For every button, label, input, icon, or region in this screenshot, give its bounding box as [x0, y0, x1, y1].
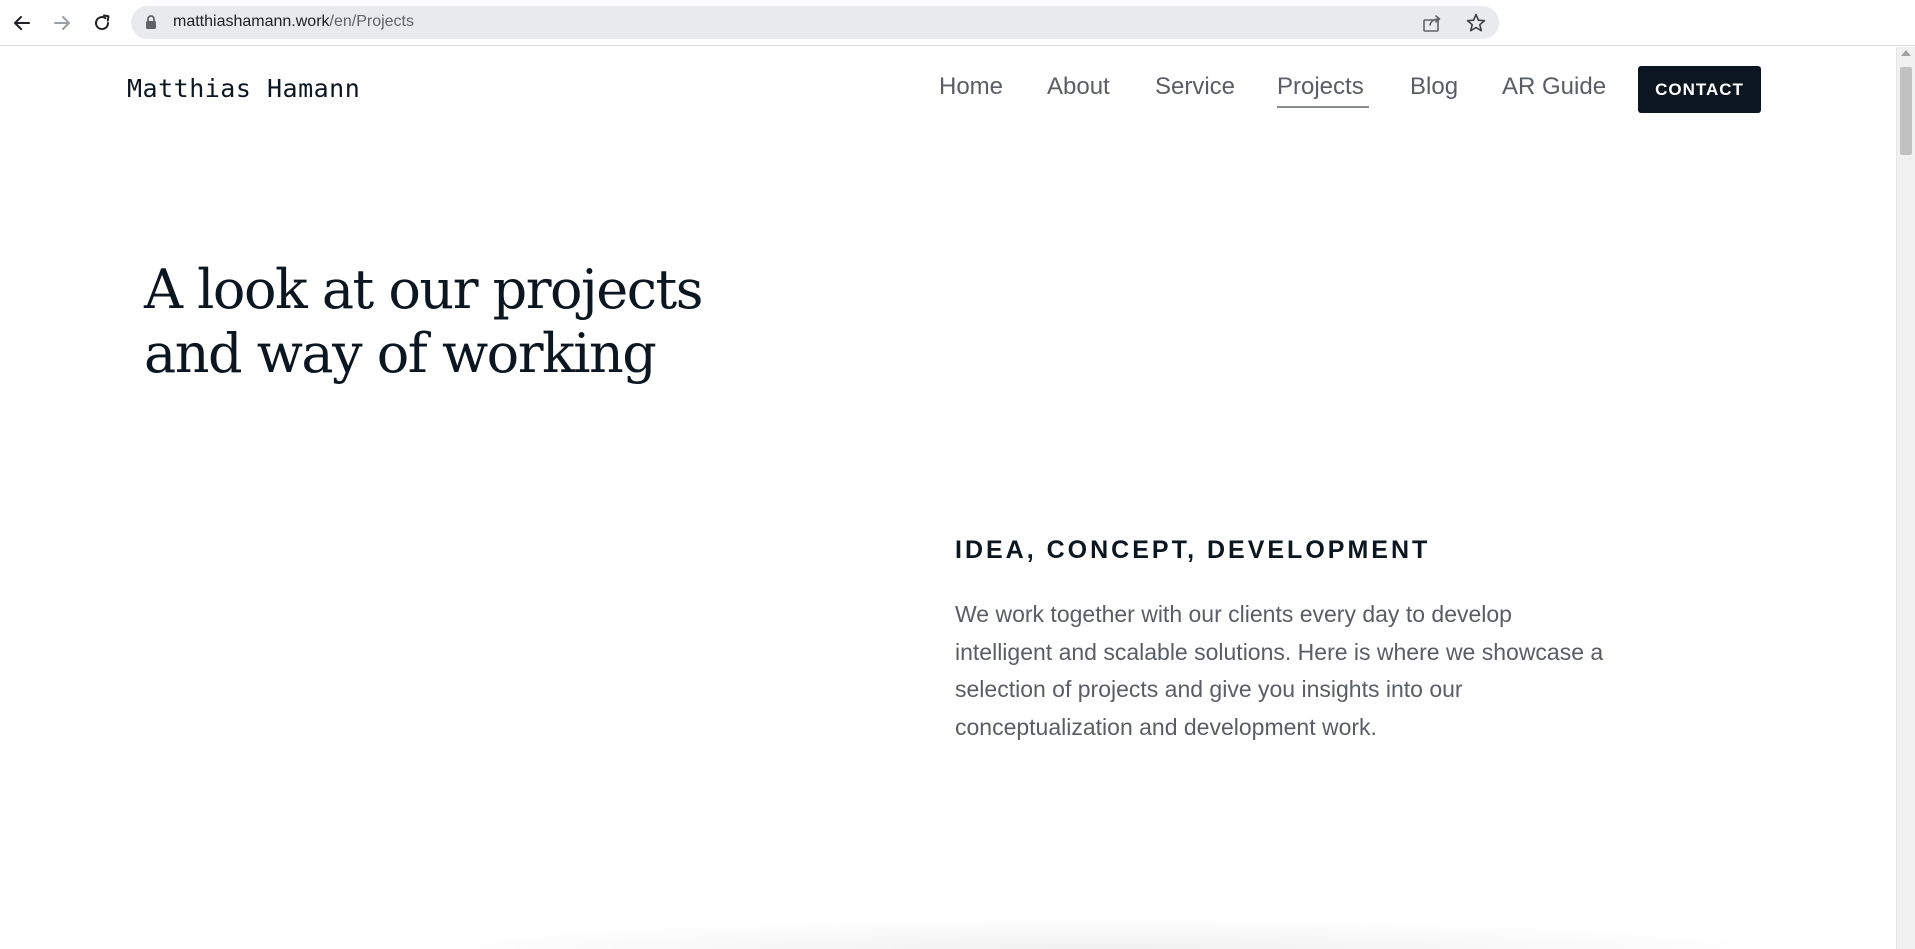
hero-heading: A look at our projects and way of workin… — [144, 258, 703, 385]
nav-projects[interactable]: Projects — [1277, 73, 1364, 101]
forward-button[interactable] — [49, 10, 75, 36]
section-label: IDEA, CONCEPT, DEVELOPMENT — [955, 536, 1431, 564]
address-bar[interactable]: matthiashamann.work/en/Projects — [131, 6, 1499, 39]
url-path: /en/Projects — [329, 13, 414, 30]
page-scrollbar[interactable] — [1896, 47, 1915, 949]
scroll-up-arrow-icon[interactable] — [1901, 50, 1911, 56]
arrow-left-icon — [14, 16, 30, 30]
share-icon[interactable] — [1421, 12, 1443, 34]
reload-button[interactable] — [89, 10, 115, 36]
url-host: matthiashamann.work — [173, 13, 330, 30]
contact-button[interactable]: CONTACT — [1638, 66, 1761, 113]
nav-active-indicator — [1277, 106, 1369, 108]
nav-blog[interactable]: Blog — [1410, 73, 1458, 101]
browser-toolbar: matthiashamann.work/en/Projects — [0, 0, 1915, 46]
lock-icon[interactable] — [143, 14, 159, 30]
reload-icon — [95, 14, 110, 31]
next-section-shadow — [0, 912, 1896, 949]
nav-ar-guide[interactable]: AR Guide — [1502, 73, 1606, 101]
nav-about[interactable]: About — [1047, 73, 1110, 101]
section-body-text: We work together with our clients every … — [955, 601, 1604, 740]
main-navigation: Home About Service Projects Blog AR Guid… — [0, 73, 1915, 113]
back-button[interactable] — [9, 10, 35, 36]
star-icon[interactable] — [1465, 12, 1487, 34]
nav-home[interactable]: Home — [939, 73, 1003, 101]
nav-service[interactable]: Service — [1155, 73, 1235, 101]
url-text[interactable]: matthiashamann.work/en/Projects — [173, 13, 414, 31]
arrow-right-icon — [54, 16, 70, 30]
